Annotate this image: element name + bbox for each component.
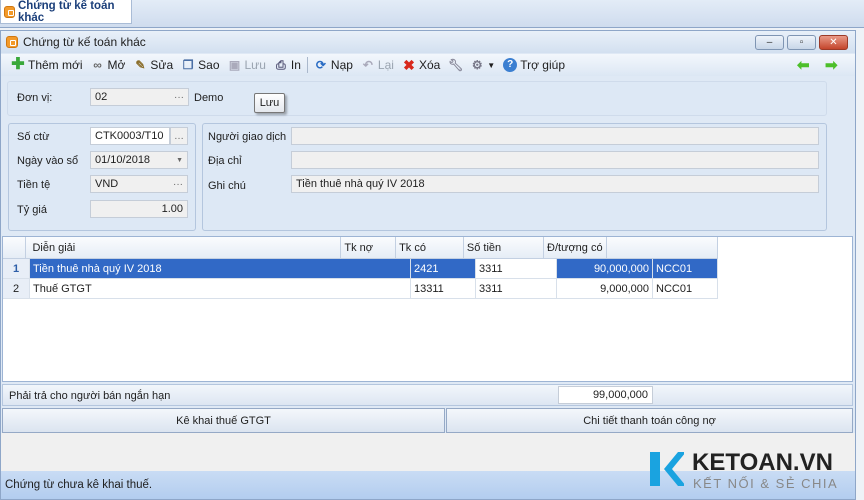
floppy-icon: ▣ (228, 58, 241, 72)
header-description[interactable]: Diễn giải (26, 237, 342, 259)
currency-field[interactable]: VND ··· (90, 175, 188, 193)
new-button[interactable]: ✚ Thêm mới (7, 55, 87, 75)
status-text: Chứng từ chưa kê khai thuế. (5, 479, 153, 491)
vat-declaration-button[interactable]: Kê khai thuế GTGT (2, 408, 445, 433)
summary-label: Phải trả cho người bán ngắn hạn (9, 390, 171, 402)
cell-debit[interactable]: 2421 (411, 259, 476, 279)
ketoan-logo: KETOAN.VN KẾT NỐI & SẺ CHIA (650, 449, 854, 492)
restore-button[interactable]: ▫ (787, 35, 816, 50)
unit-field[interactable]: 02 ··· (90, 88, 189, 106)
chevron-down-icon: ▼ (487, 60, 496, 70)
cell-amount[interactable]: 90,000,000 (557, 259, 653, 279)
rate-input[interactable]: 1.00 (90, 200, 188, 218)
note-label: Ghi chú (208, 180, 246, 192)
settings-dropdown[interactable]: ⚙ ▼ (466, 55, 499, 75)
cell-object[interactable]: NCC01 (653, 259, 718, 279)
copy-button[interactable]: ❐ Sao (177, 55, 223, 75)
save-button[interactable]: ▣ Lưu (224, 55, 270, 75)
header-object[interactable]: Đ/tượng có (544, 237, 607, 259)
undo-icon: ↶ (362, 58, 373, 72)
delete-button[interactable]: ✖ Xóa (398, 55, 444, 75)
person-label: Người giao dịch (208, 131, 287, 143)
logo-slogan: KẾT NỐI & SẺ CHIA (693, 476, 839, 491)
logo-k-icon (650, 452, 684, 486)
glasses-icon: ∞ (93, 58, 102, 72)
print-button[interactable]: ⎙ In (270, 55, 305, 75)
unit-label: Đơn vị: (17, 92, 53, 104)
date-label: Ngày vào sổ (17, 155, 79, 167)
printer-icon: ⎙ (276, 58, 286, 72)
cell-credit[interactable]: 3311 (476, 279, 557, 299)
reload-button[interactable]: ⟳ Nạp (310, 55, 357, 75)
edit-icon: ✎ (135, 58, 146, 72)
app-icon (6, 36, 18, 48)
x-icon: ✖ (403, 57, 415, 73)
title-bar: Chứng từ kế toán khác (1, 31, 855, 53)
help-button[interactable]: ? Trợ giúp (499, 55, 569, 75)
voucher-window: Chứng từ kế toán khác – ▫ ✕ ✚ Thêm mới ∞ M… (0, 30, 856, 500)
cell-description[interactable]: Tiền thuê nhà quý IV 2018 (30, 259, 411, 279)
table-row[interactable]: 1 Tiền thuê nhà quý IV 2018 2421 3311 90… (3, 259, 718, 279)
table-row[interactable]: 2 Thuế GTGT 13311 3311 9,000,000 NCC01 (3, 279, 718, 299)
logo-brand: KETOAN.VN (692, 449, 833, 476)
ellipsis-icon: ··· (174, 91, 184, 103)
detail-grid: Diễn giải Tk nợ Tk có Số tiền Đ/tượng có… (2, 236, 853, 382)
gear-icon: ⚙ (471, 58, 483, 72)
person-input[interactable] (291, 127, 819, 145)
voucher-no-lookup-button[interactable]: … (170, 127, 188, 145)
previous-record-arrow-icon[interactable]: ⬅ (797, 56, 810, 74)
help-icon: ? (503, 58, 518, 72)
minimize-button[interactable]: – (755, 35, 784, 50)
payment-detail-button[interactable]: Chi tiết thanh toán công nợ (446, 408, 853, 433)
app-icon (4, 5, 15, 18)
date-picker[interactable]: 01/10/2018 ▼ (90, 151, 188, 169)
chevron-down-icon: ▼ (176, 156, 183, 164)
plus-icon: ✚ (11, 56, 25, 73)
edit-button[interactable]: ✎ Sửa (129, 55, 177, 75)
wrench-icon: 🔧︎ (448, 58, 464, 72)
rate-label: Tỷ giá (17, 204, 47, 216)
cell-credit[interactable]: 3311 (476, 259, 557, 279)
address-input[interactable] (291, 151, 819, 169)
cell-description[interactable]: Thuế GTGT (30, 279, 411, 299)
address-label: Địa chỉ (208, 155, 242, 167)
header-amount[interactable]: Số tiền (463, 237, 545, 259)
undo-button[interactable]: ↶ Lại (357, 55, 398, 75)
ellipsis-icon: … (174, 130, 184, 142)
copy-icon: ❐ (182, 58, 194, 72)
ellipsis-icon: ··· (173, 178, 183, 190)
open-button[interactable]: ∞ Mở (87, 55, 130, 75)
toolbar: ✚ Thêm mới ∞ Mở ✎ Sửa ❐ Sao ▣ Lưu ⎙ In ⟳ Nạp ↶ L… (1, 54, 855, 76)
unit-name: Demo (194, 92, 224, 104)
tooltip: Lưu (254, 93, 285, 113)
voucher-no-label: Số ctừ (17, 131, 50, 143)
cell-amount[interactable]: 9,000,000 (557, 279, 653, 299)
summary-value: 99,000,000 (558, 386, 653, 404)
note-input[interactable]: Tiền thuê nhà quý IV 2018 (291, 175, 819, 193)
document-tab-bar: Chứng từ kế toán khác (0, 0, 864, 28)
tab-title: Chứng từ kế toán khác (17, 0, 115, 24)
refresh-icon: ⟳ (315, 58, 326, 72)
cell-debit[interactable]: 13311 (411, 279, 476, 299)
header-debit[interactable]: Tk nợ (341, 237, 397, 259)
window-title: Chứng từ kế toán khác (23, 35, 146, 49)
cell-object[interactable]: NCC01 (653, 279, 718, 299)
voucher-no-input[interactable]: CTK0003/T10 (90, 127, 170, 145)
document-tab[interactable]: Chứng từ kế toán khác (0, 0, 132, 24)
toolbar-separator (306, 57, 308, 73)
tools-button[interactable]: 🔧︎ (444, 55, 466, 75)
grid-header: Diễn giải Tk nợ Tk có Số tiền Đ/tượng có (3, 237, 718, 259)
next-record-arrow-icon[interactable]: ➡ (825, 56, 838, 74)
header-credit[interactable]: Tk có (396, 237, 464, 259)
currency-label: Tiền tệ (17, 179, 51, 191)
close-button[interactable]: ✕ (819, 35, 848, 50)
